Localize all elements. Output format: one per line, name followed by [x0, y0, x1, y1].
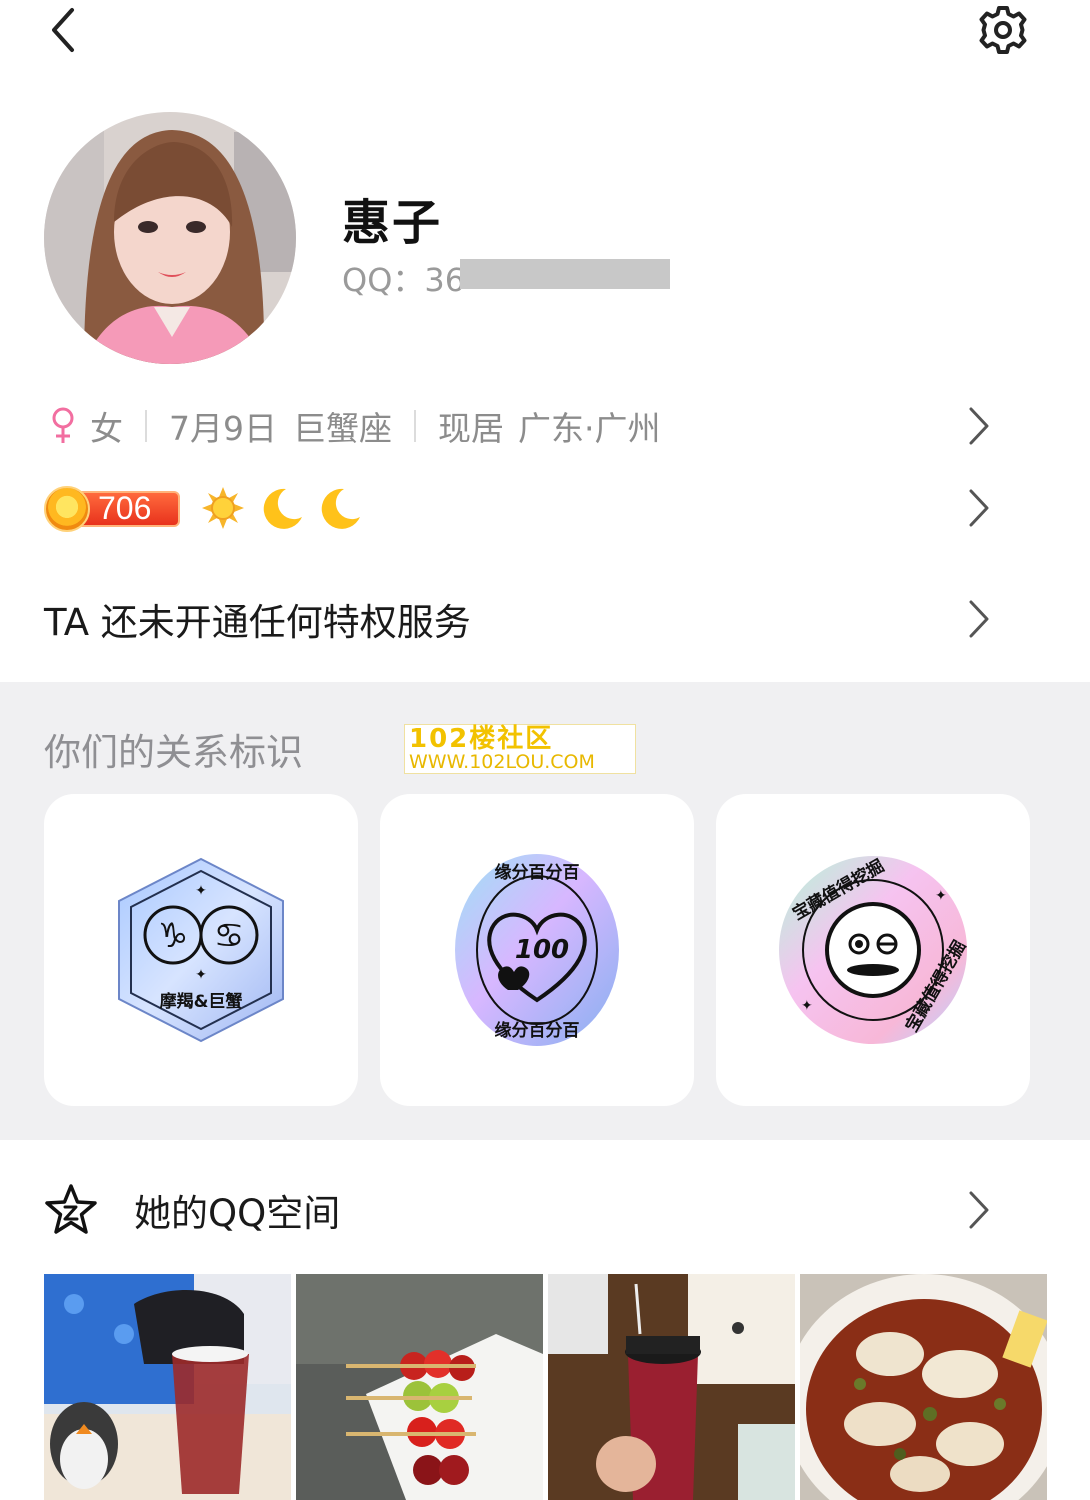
relationship-card[interactable]: ✦ ✦ 宝藏值得挖掘 宝藏值得挖掘 [716, 794, 1030, 1106]
svg-text:✦: ✦ [195, 967, 207, 983]
divider [145, 410, 147, 442]
zodiac-text: 巨蟹座 [293, 409, 392, 448]
level-value: 706 [98, 490, 152, 526]
chevron-left-icon [52, 8, 74, 52]
photo-thumbnail[interactable] [548, 1274, 795, 1500]
svg-text:✦: ✦ [801, 998, 813, 1014]
photo-thumbnail[interactable] [44, 1274, 291, 1500]
divider [414, 410, 416, 442]
qq-redaction-bar [460, 259, 670, 289]
svg-text:✦: ✦ [935, 888, 947, 904]
qq-number: QQ：36 [342, 261, 466, 299]
basic-info-row[interactable]: 女 7月9日 巨蟹座 现居 广东·广州 [44, 398, 1044, 454]
privilege-row[interactable]: TA 还未开通任何特权服务 [44, 588, 1044, 650]
level-badge: 706 [44, 486, 180, 532]
relationship-title: 你们的关系标识 [44, 731, 303, 774]
relationship-section: 你们的关系标识 102楼社区 WWW.102LOU.COM ♑ ♋ ✦ ✦ 摩羯… [0, 682, 1090, 1140]
badge-label: 缘分百分百 [495, 862, 580, 883]
dumplings-photo [800, 1274, 1047, 1500]
photo-thumbnail[interactable] [800, 1274, 1047, 1500]
moon-icon [263, 488, 302, 529]
relationship-cards: ♑ ♋ ✦ ✦ 摩羯&巨蟹 100 缘分百分百 缘分百分百 ✦ ✦ 宝藏值得挖掘… [44, 794, 1030, 1106]
drink-photo [44, 1274, 291, 1500]
top-bar [0, 0, 1090, 70]
qzone-star-icon [45, 1184, 97, 1234]
capricorn-cancer-badge-icon: ♑ ♋ ✦ ✦ 摩羯&巨蟹 [118, 857, 284, 1043]
skewers-photo [296, 1274, 543, 1500]
treasure-badge-icon: ✦ ✦ 宝藏值得挖掘 宝藏值得挖掘 [779, 855, 970, 1044]
female-icon [52, 407, 74, 443]
svg-text:♋: ♋ [214, 916, 244, 956]
moon-icon [321, 488, 360, 529]
badge-number: 100 [515, 935, 569, 965]
qzone-photos [44, 1274, 1047, 1500]
badge-label: 摩羯&巨蟹 [160, 991, 243, 1012]
location-prefix: 现居 [438, 409, 504, 448]
relationship-card[interactable]: ♑ ♋ ✦ ✦ 摩羯&巨蟹 [44, 794, 358, 1106]
location-text: 广东·广州 [518, 409, 661, 448]
level-coin-icon [44, 486, 90, 532]
chevron-right-icon [969, 407, 989, 445]
badge-label-bottom: 缘分百分百 [495, 1020, 580, 1041]
gear-icon [979, 6, 1027, 54]
relationship-card[interactable]: 100 缘分百分百 缘分百分百 [380, 794, 694, 1106]
qzone-title: 她的QQ空间 [134, 1192, 341, 1235]
svg-text:♑: ♑ [158, 916, 188, 956]
chevron-right-icon [969, 1191, 989, 1229]
qzone-row[interactable]: 她的QQ空间 [44, 1180, 1044, 1240]
coffee-cup-photo [548, 1274, 795, 1500]
settings-button[interactable] [972, 2, 1034, 58]
back-button[interactable] [40, 2, 90, 58]
chevron-right-icon [969, 600, 989, 638]
nickname: 惠子 [342, 195, 443, 251]
birthday-text: 7月9日 [169, 409, 277, 448]
avatar-photo [44, 112, 296, 364]
svg-text:✦: ✦ [195, 883, 207, 899]
photo-thumbnail[interactable] [296, 1274, 543, 1500]
gender-text: 女 [90, 409, 123, 448]
chevron-right-icon [969, 489, 989, 527]
sun-icon [202, 487, 244, 529]
level-row[interactable]: 706 [44, 480, 1044, 536]
avatar[interactable] [44, 112, 296, 364]
watermark: 102楼社区 WWW.102LOU.COM [404, 724, 636, 774]
heart-100-badge-icon: 100 缘分百分百 缘分百分百 [455, 854, 619, 1046]
privilege-text: TA 还未开通任何特权服务 [44, 601, 471, 644]
